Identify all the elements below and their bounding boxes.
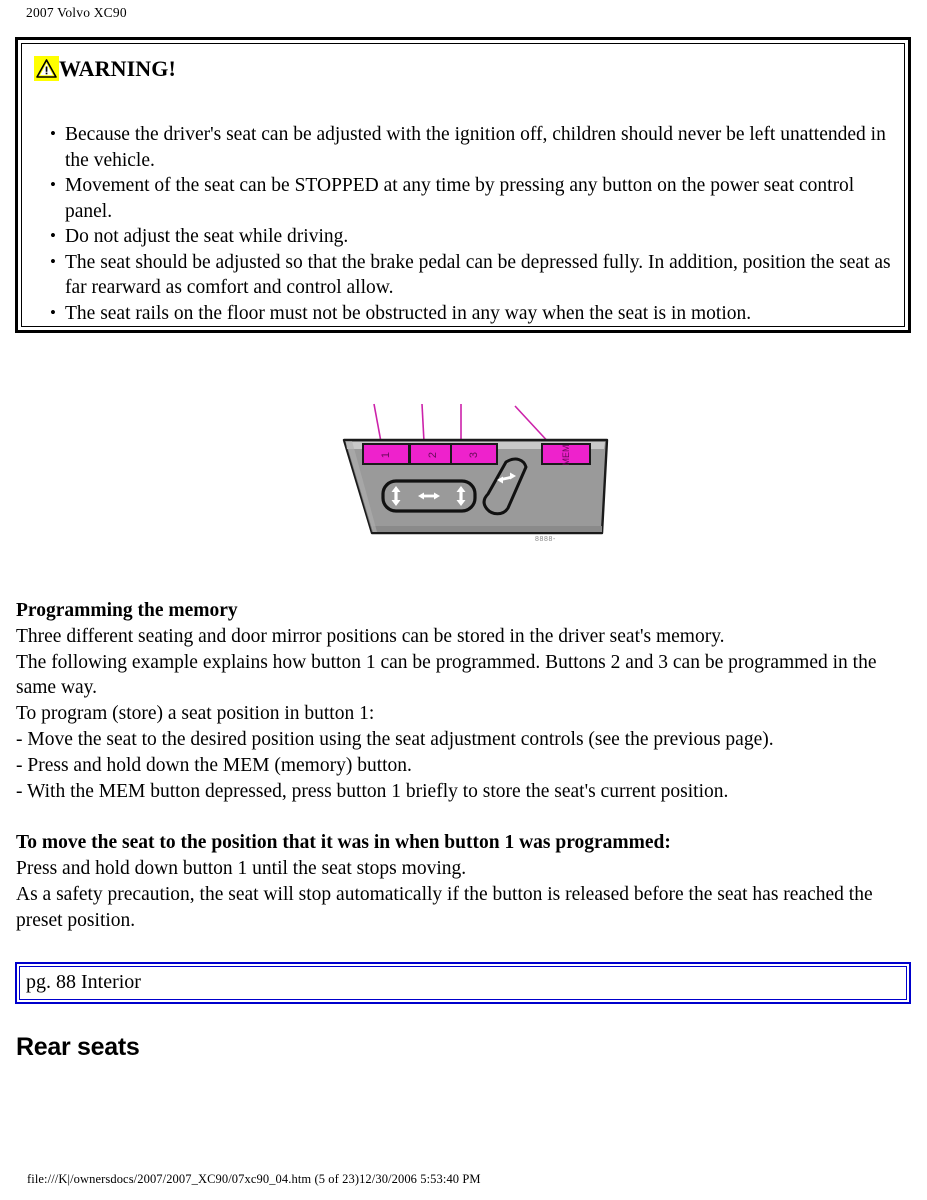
move-seat-line: As a safety precaution, the seat will st… bbox=[16, 883, 873, 931]
illustration-reference-code: 8888- bbox=[535, 536, 556, 543]
section-heading-rear-seats: Rear seats bbox=[16, 1033, 140, 1061]
programming-step: - With the MEM button depressed, press b… bbox=[16, 780, 729, 802]
warning-box: WARNING! Because the driver's seat can b… bbox=[15, 37, 911, 333]
warning-bullet-item: The seat should be adjusted so that the … bbox=[36, 249, 892, 301]
page-header-title: 2007 Volvo XC90 bbox=[26, 5, 127, 20]
warning-triangle-icon bbox=[34, 56, 59, 81]
page-link-label[interactable]: pg. 88 Interior bbox=[26, 969, 141, 995]
programming-line: Three different seating and door mirror … bbox=[16, 625, 725, 647]
programming-heading: Programming the memory bbox=[16, 600, 238, 621]
warning-header: WARNING! bbox=[34, 56, 176, 81]
svg-text:3: 3 bbox=[468, 452, 480, 458]
warning-bullet-item: Because the driver's seat can be adjuste… bbox=[36, 121, 892, 173]
body-copy: Programming the memory Three different s… bbox=[16, 598, 911, 933]
svg-text:MEM: MEM bbox=[561, 445, 571, 466]
programming-step: - Press and hold down the MEM (memory) b… bbox=[16, 754, 412, 776]
page-link-box[interactable]: pg. 88 Interior bbox=[15, 962, 911, 1004]
warning-box-inner-border: WARNING! Because the driver's seat can b… bbox=[21, 43, 905, 327]
programming-line: The following example explains how butto… bbox=[16, 651, 877, 699]
warning-title: WARNING! bbox=[59, 55, 176, 81]
page-footer-path: file:///K|/ownersdocs/2007/2007_XC90/07x… bbox=[27, 1172, 481, 1186]
move-seat-line: Press and hold down button 1 until the s… bbox=[16, 857, 467, 879]
seat-memory-panel-illustration: 1 2 3 MEM 8888- bbox=[330, 368, 620, 563]
warning-bullet-item: Do not adjust the seat while driving. bbox=[36, 223, 892, 250]
svg-text:2: 2 bbox=[427, 452, 439, 458]
page-link-inner-border bbox=[19, 966, 907, 1000]
move-seat-heading: To move the seat to the position that it… bbox=[16, 832, 671, 854]
warning-bullet-item: Movement of the seat can be STOPPED at a… bbox=[36, 172, 892, 224]
programming-step: - Move the seat to the desired position … bbox=[16, 728, 774, 750]
svg-text:1: 1 bbox=[380, 452, 392, 458]
warning-bullet-item: The seat rails on the floor must not be … bbox=[36, 300, 892, 327]
programming-line: To program (store) a seat position in bu… bbox=[16, 703, 375, 725]
warning-bullet-list: Because the driver's seat can be adjuste… bbox=[36, 121, 892, 327]
